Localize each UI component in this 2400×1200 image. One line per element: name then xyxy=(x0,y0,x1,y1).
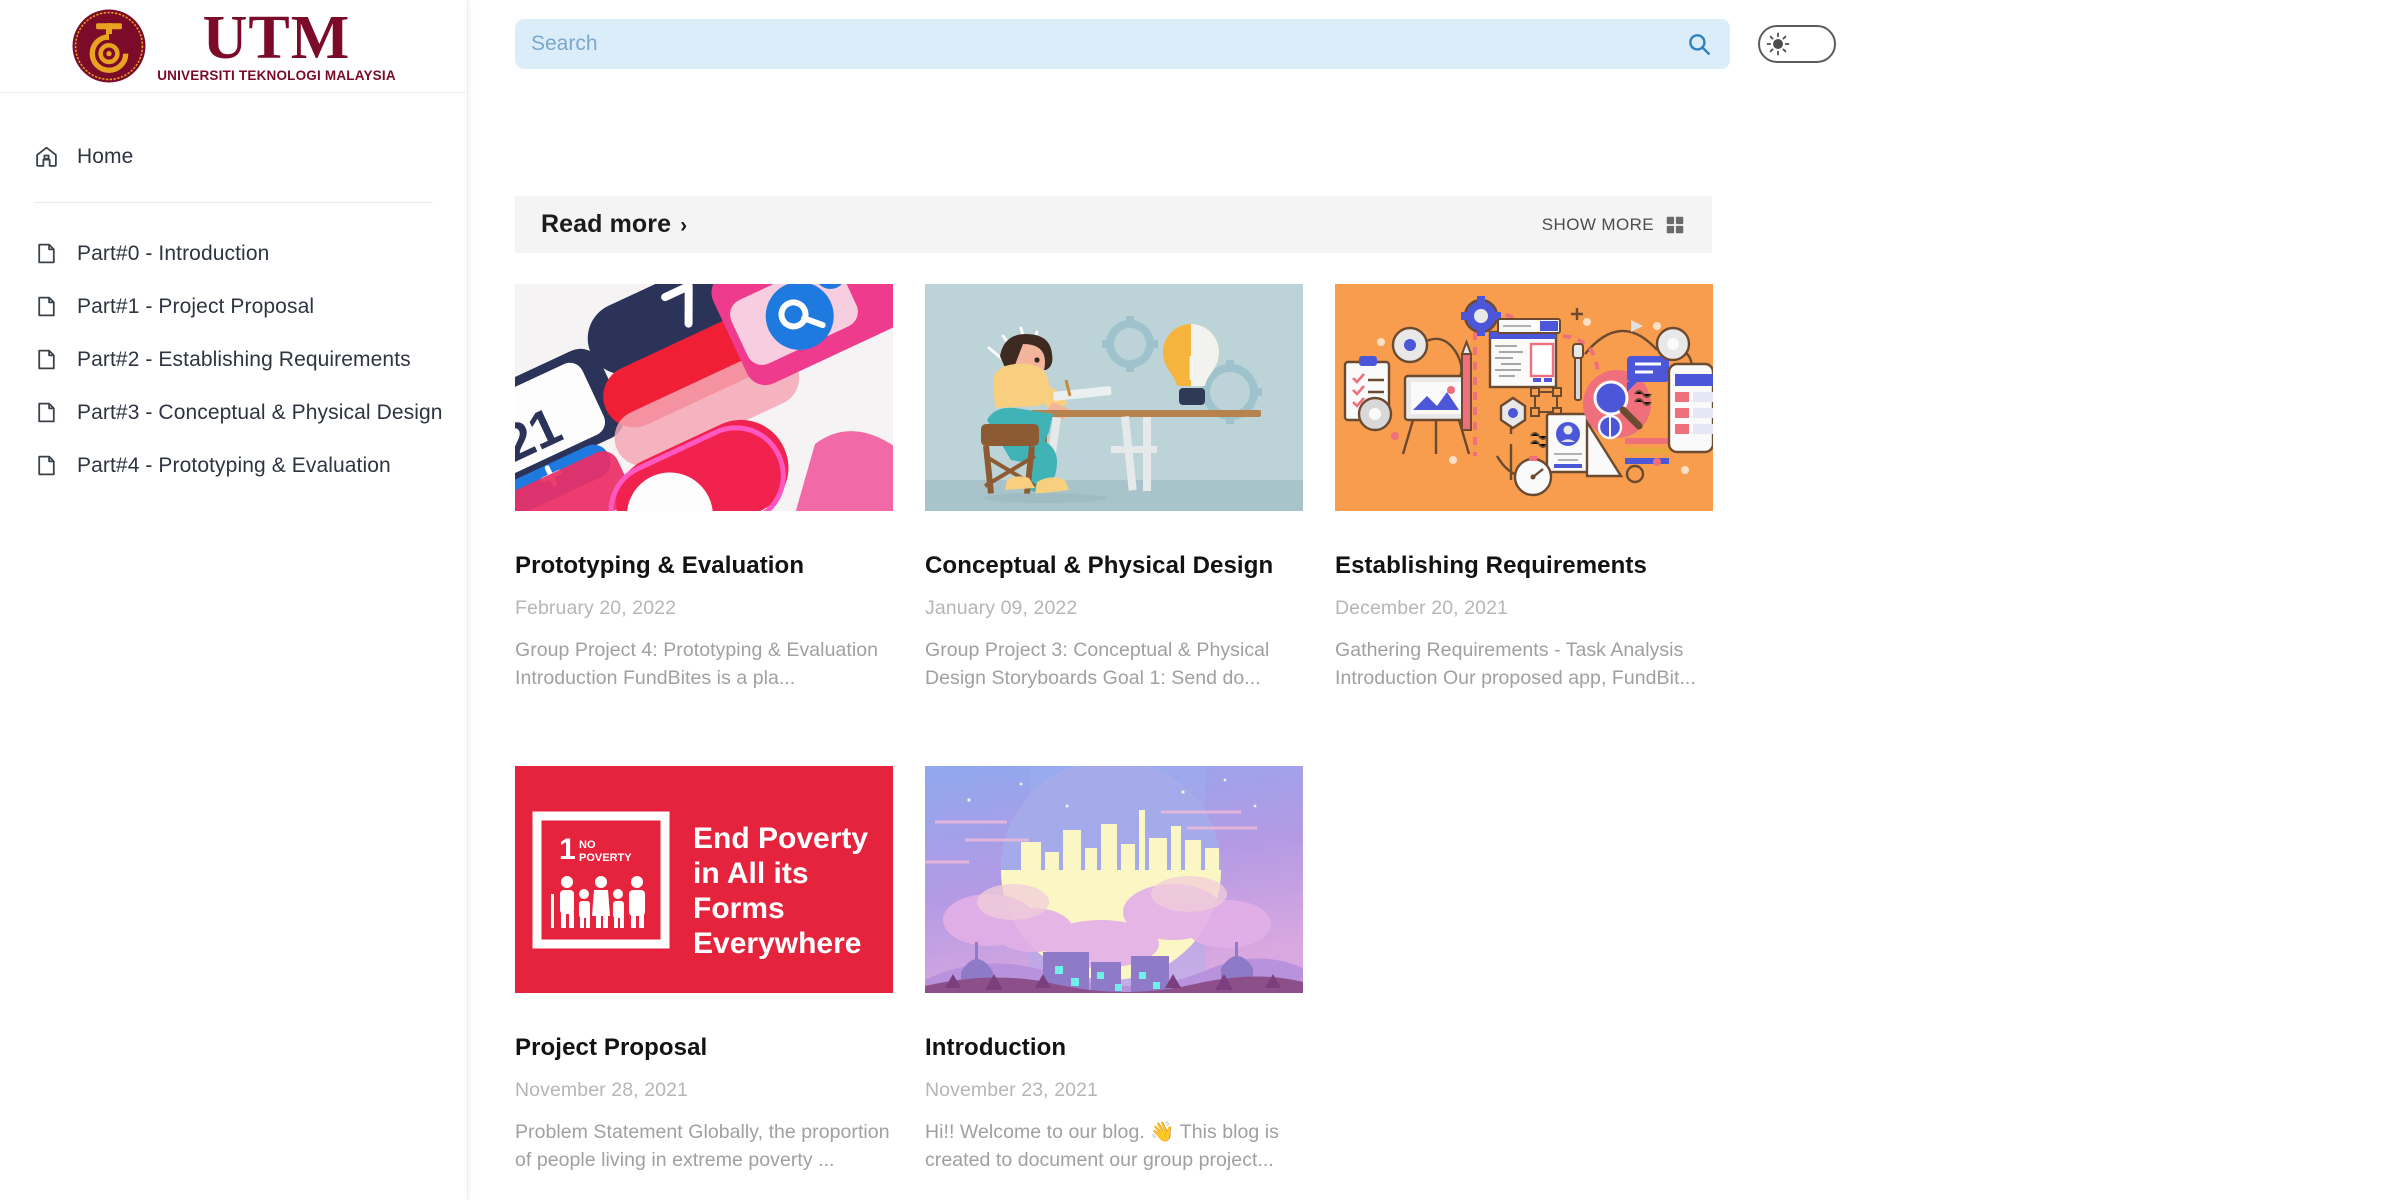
svg-text:NO: NO xyxy=(579,839,596,851)
post-title: Establishing Requirements xyxy=(1335,552,1647,579)
sidebar-logo[interactable]: UTM UNIVERSITI TEKNOLOGI MALAYSIA xyxy=(0,0,467,93)
main-content: Read more › SHOW MORE xyxy=(468,0,2400,1200)
post-title: Prototyping & Evaluation xyxy=(515,552,805,579)
page-root: UTM UNIVERSITI TEKNOLOGI MALAYSIA Home P… xyxy=(0,0,2400,1200)
chevron-right-icon: › xyxy=(680,214,688,237)
section-title-label: Read more xyxy=(541,210,672,238)
svg-text:Forms: Forms xyxy=(693,892,785,925)
sidebar-item-part-0[interactable]: Part#0 - Introduction xyxy=(0,227,467,280)
sun-icon xyxy=(1766,32,1790,56)
document-icon xyxy=(38,349,55,370)
document-icon xyxy=(38,243,55,264)
grid-spacer xyxy=(1335,766,1713,1174)
svg-text:in All its: in All its xyxy=(693,857,809,890)
sidebar-item-part-1-label: Part#1 - Project Proposal xyxy=(77,294,315,318)
person-desk-idea-image xyxy=(925,284,1303,511)
post-card[interactable]: Introduction November 23, 2021 Hi!! Welc… xyxy=(925,766,1303,1174)
sidebar-item-home[interactable]: Home xyxy=(0,135,467,178)
abstract-ui-shapes-image: 21 xyxy=(515,284,893,511)
document-icon xyxy=(38,402,55,423)
grid-icon xyxy=(1666,216,1684,233)
post-grid-row-2: 1 NO POVERTY End Poverty in All its Form… xyxy=(515,766,2400,1174)
post-title: Conceptual & Physical Design xyxy=(925,552,1274,579)
sidebar-item-part-2-label: Part#2 - Establishing Requirements xyxy=(77,347,411,371)
sidebar-item-part-3[interactable]: Part#3 - Conceptual & Physical Design xyxy=(0,386,467,439)
sidebar-item-part-3-label: Part#3 - Conceptual & Physical Design xyxy=(77,400,443,424)
post-thumbnail[interactable]: 21 xyxy=(515,284,893,511)
utm-crest-logo-icon xyxy=(72,9,146,83)
read-more-bar: Read more › SHOW MORE xyxy=(515,196,1712,253)
sidebar-item-home-label: Home xyxy=(77,144,134,168)
post-title: Project Proposal xyxy=(515,1034,708,1062)
sdg-no-poverty-image: 1 NO POVERTY End Poverty in All its Form… xyxy=(515,766,893,994)
show-more-label: SHOW MORE xyxy=(1541,214,1654,234)
search-box[interactable] xyxy=(515,19,1730,69)
sidebar-item-part-4-label: Part#4 - Prototyping & Evaluation xyxy=(77,453,391,477)
sidebar-item-part-4[interactable]: Part#4 - Prototyping & Evaluation xyxy=(0,439,467,492)
ux-tools-orange-image xyxy=(1335,284,1713,511)
sidebar-item-part-0-label: Part#0 - Introduction xyxy=(77,241,270,265)
post-date: February 20, 2022 xyxy=(515,596,677,619)
post-date: December 20, 2021 xyxy=(1335,596,1508,619)
svg-text:POVERTY: POVERTY xyxy=(579,852,632,864)
post-card[interactable]: 21 Prototyping & Evaluation February 20,… xyxy=(515,284,893,692)
search-input[interactable] xyxy=(515,19,1686,69)
theme-toggle[interactable] xyxy=(1758,25,1836,63)
sidebar-parts-group: Part#0 - Introduction Part#1 - Project P… xyxy=(0,227,467,492)
section-title[interactable]: Read more › xyxy=(541,210,687,239)
logo-subtitle: UNIVERSITI TEKNOLOGI MALAYSIA xyxy=(157,68,396,84)
post-card[interactable]: Conceptual & Physical Design January 09,… xyxy=(925,284,1303,692)
sidebar-nav: Home Part#0 - Introduction Part#1 - Proj… xyxy=(0,93,467,492)
show-more-button[interactable]: SHOW MORE xyxy=(1542,214,1686,236)
topbar xyxy=(468,0,2400,88)
post-excerpt: Gathering Requirements - Task Analysis I… xyxy=(1335,638,1696,690)
post-thumbnail[interactable] xyxy=(925,766,1303,994)
svg-text:Everywhere: Everywhere xyxy=(693,927,861,960)
post-date: November 23, 2021 xyxy=(925,1079,1098,1102)
sdg-goal-number: 1 xyxy=(559,833,576,866)
document-icon xyxy=(38,455,55,476)
svg-text:End Poverty: End Poverty xyxy=(693,822,868,855)
post-card[interactable]: 1 NO POVERTY End Poverty in All its Form… xyxy=(515,766,893,1174)
post-card[interactable]: Establishing Requirements December 20, 2… xyxy=(1335,284,1713,692)
post-thumbnail[interactable]: 1 NO POVERTY End Poverty in All its Form… xyxy=(515,766,893,994)
post-grid-row-1: 21 Prototyping & Evaluation February 20,… xyxy=(515,284,2400,692)
sidebar: UTM UNIVERSITI TEKNOLOGI MALAYSIA Home P… xyxy=(0,0,468,1200)
moon-cityscape-image xyxy=(925,766,1303,994)
post-thumbnail[interactable] xyxy=(925,284,1303,511)
search-icon[interactable] xyxy=(1686,31,1712,57)
sidebar-divider xyxy=(34,202,433,203)
post-date: November 28, 2021 xyxy=(515,1079,688,1102)
sidebar-item-part-1[interactable]: Part#1 - Project Proposal xyxy=(0,280,467,333)
post-title: Introduction xyxy=(925,1034,1067,1062)
post-excerpt: Problem Statement Globally, the proporti… xyxy=(515,1121,890,1172)
home-icon xyxy=(36,146,57,167)
post-date: January 09, 2022 xyxy=(925,596,1078,619)
post-excerpt: Group Project 3: Conceptual & Physical D… xyxy=(925,638,1270,690)
document-icon xyxy=(38,296,55,317)
content-column: Read more › SHOW MORE 21 Prototyping & E… xyxy=(468,196,2400,1200)
post-excerpt: Group Project 4: Prototyping & Evaluatio… xyxy=(515,638,878,690)
logo-acronym: UTM xyxy=(202,3,351,72)
sidebar-item-part-2[interactable]: Part#2 - Establishing Requirements xyxy=(0,333,467,386)
post-excerpt: Hi!! Welcome to our blog. 👋 This blog is… xyxy=(925,1121,1279,1172)
post-thumbnail[interactable] xyxy=(1335,284,1713,511)
